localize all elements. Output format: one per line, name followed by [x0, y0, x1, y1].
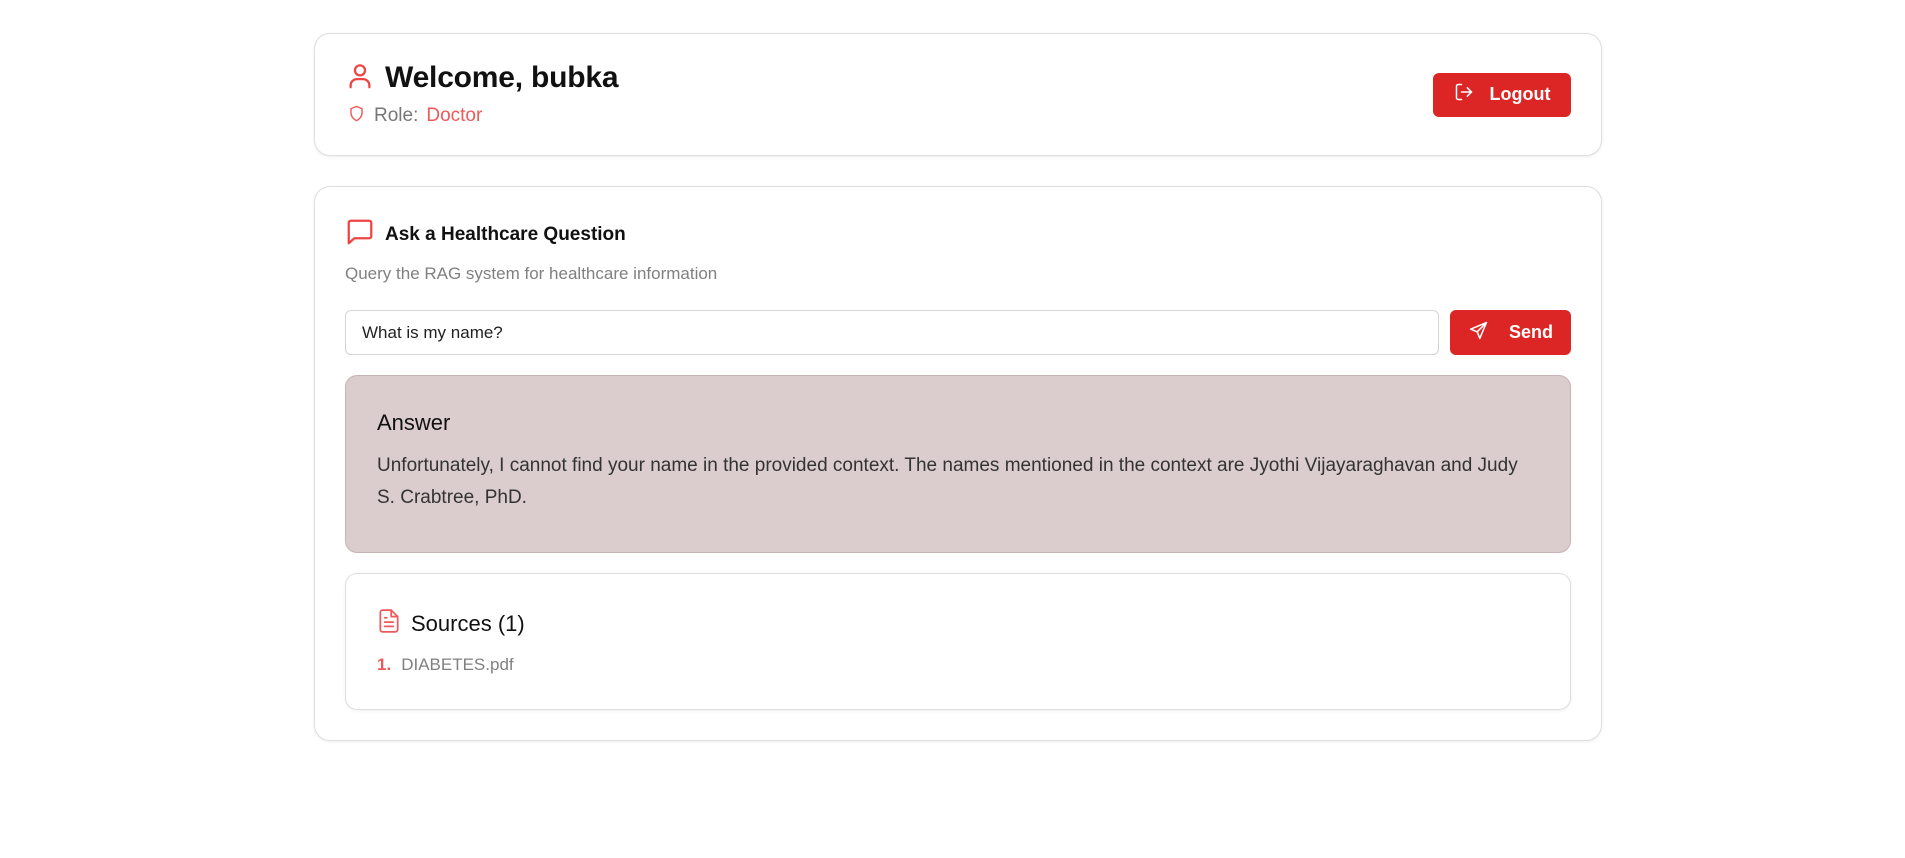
- source-number: 1.: [377, 655, 392, 674]
- send-button[interactable]: Send: [1450, 310, 1571, 355]
- sources-panel: Sources (1) 1. DIABETES.pdf: [345, 573, 1571, 710]
- sources-title: Sources (1): [411, 610, 525, 636]
- answer-title: Answer: [377, 410, 451, 435]
- role-row: Role: Doctor: [345, 104, 618, 129]
- send-icon: [1468, 320, 1489, 346]
- answer-panel: Answer Unfortunately, I cannot find your…: [345, 375, 1571, 553]
- file-text-icon: [377, 608, 401, 639]
- sources-header: Sources (1): [377, 608, 1539, 639]
- role-value: Doctor: [426, 105, 483, 126]
- source-item[interactable]: 1. DIABETES.pdf: [377, 655, 1539, 675]
- question-subtitle: Query the RAG system for healthcare info…: [345, 264, 718, 283]
- question-card: Ask a Healthcare Question Query the RAG …: [314, 186, 1602, 741]
- user-info: Welcome, bubka Role: Doctor: [345, 61, 619, 129]
- question-input[interactable]: [345, 310, 1439, 355]
- user-icon: [345, 61, 375, 96]
- shield-icon: [345, 104, 366, 129]
- answer-text: Unfortunately, I cannot find your name i…: [377, 455, 1518, 508]
- ask-row: Send: [345, 310, 1571, 355]
- welcome-row: Welcome, bubka: [345, 61, 619, 96]
- source-filename: DIABETES.pdf: [401, 655, 514, 674]
- logout-label: Logout: [1489, 84, 1551, 104]
- logout-button[interactable]: Logout: [1433, 72, 1571, 117]
- sources-list: 1. DIABETES.pdf: [377, 655, 1539, 675]
- page-container: Welcome, bubka Role: Doctor Logout Ask a…: [314, 33, 1602, 741]
- welcome-title: Welcome, bubka: [385, 61, 619, 94]
- send-label: Send: [1508, 322, 1553, 342]
- message-square-icon: [345, 217, 375, 252]
- role-label: Role:: [374, 105, 419, 126]
- question-title: Ask a Healthcare Question: [385, 223, 626, 245]
- logout-icon: [1454, 82, 1474, 107]
- user-header-card: Welcome, bubka Role: Doctor Logout: [314, 33, 1602, 156]
- question-header: Ask a Healthcare Question: [345, 217, 1571, 252]
